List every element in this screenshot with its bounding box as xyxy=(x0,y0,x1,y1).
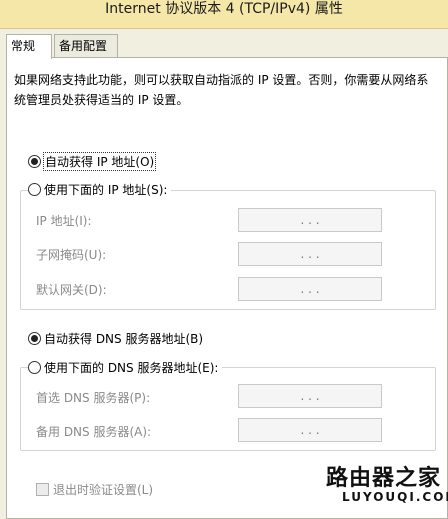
subnet-mask-dots: . . . xyxy=(300,247,320,261)
tab-general[interactable]: 常规 xyxy=(6,34,52,59)
radio-selected-icon xyxy=(28,154,41,168)
subnet-mask-input[interactable]: . . . xyxy=(238,242,382,266)
ip-manual-label: 使用下面的 IP 地址(S): xyxy=(44,182,168,197)
default-gateway-dots: . . . xyxy=(300,282,320,296)
ip-address-label: IP 地址(I): xyxy=(36,214,92,228)
default-gateway-input[interactable]: . . . xyxy=(238,277,382,301)
subnet-mask-label: 子网掩码(U): xyxy=(36,248,107,262)
watermark-logo: 路由器之家 xyxy=(326,466,442,491)
window-title: Internet 协议版本 4 (TCP/IPv4) 属性 xyxy=(0,0,448,29)
alternate-dns-dots: . . . xyxy=(300,423,320,437)
ip-auto-radio[interactable]: 自动获得 IP 地址(O) xyxy=(28,151,157,171)
watermark-subtext: LUYOUQI.COM xyxy=(342,490,448,504)
description-text: 如果网络支持此功能，则可以获取自动指派的 IP 设置。否则，你需要从网络系统管理… xyxy=(14,73,429,107)
ip-address-dots: . . . xyxy=(300,213,320,227)
preferred-dns-dots: . . . xyxy=(300,389,320,403)
radio-unselected-icon xyxy=(28,360,41,374)
preferred-dns-input[interactable]: . . . xyxy=(238,384,382,408)
ip-auto-label: 自动获得 IP 地址(O) xyxy=(42,151,157,171)
preferred-dns-label: 首选 DNS 服务器(P): xyxy=(36,391,151,405)
dns-auto-label: 自动获得 DNS 服务器地址(B) xyxy=(44,331,204,346)
default-gateway-label: 默认网关(D): xyxy=(36,283,107,297)
validate-on-exit-label: 退出时验证设置(L) xyxy=(53,482,154,497)
checkbox-unchecked-icon xyxy=(36,482,49,496)
dns-manual-radio[interactable]: 使用下面的 DNS 服务器地址(E): xyxy=(28,358,223,376)
alternate-dns-input[interactable]: . . . xyxy=(238,418,382,442)
tab-alternate-config[interactable]: 备用配置 xyxy=(54,34,118,58)
dns-auto-radio[interactable]: 自动获得 DNS 服务器地址(B) xyxy=(28,329,203,347)
ip-address-input[interactable]: . . . xyxy=(238,208,382,232)
radio-selected-icon xyxy=(28,331,41,345)
ip-manual-radio[interactable]: 使用下面的 IP 地址(S): xyxy=(28,180,172,198)
radio-unselected-icon xyxy=(28,182,41,196)
alternate-dns-label: 备用 DNS 服务器(A): xyxy=(36,425,152,439)
dns-manual-label: 使用下面的 DNS 服务器地址(E): xyxy=(44,360,219,375)
validate-on-exit-checkbox[interactable]: 退出时验证设置(L) xyxy=(36,480,153,498)
